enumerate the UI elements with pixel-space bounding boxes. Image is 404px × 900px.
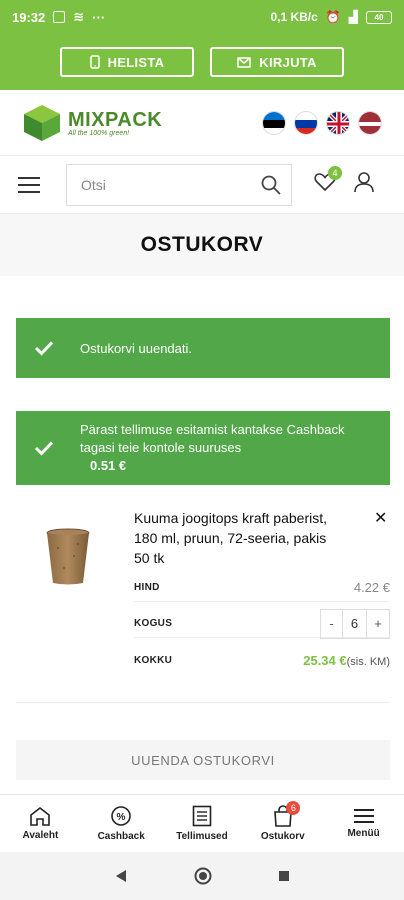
status-time: 19:32 <box>12 9 46 25</box>
cart-item: Kuuma joogitops kraft paberist, 180 ml, … <box>16 498 390 698</box>
quantity-stepper: - 6 + <box>320 608 390 639</box>
contact-bar: HELISTA KIRJUTA <box>0 34 404 90</box>
increase-quantity-button[interactable]: + <box>367 610 389 638</box>
wifi-signal-icon: ≋ <box>73 9 85 24</box>
orders-list-icon <box>192 805 212 827</box>
quantity-row: KOGUS - 6 + <box>134 608 390 639</box>
call-button-label: HELISTA <box>107 54 165 70</box>
cashback-amount: 0.51 € <box>90 458 127 473</box>
cart-updated-text: Ostukorvi uuendati. <box>80 340 193 356</box>
logo-name: MIXPACK <box>68 108 163 131</box>
total-row: KOKKU 25.34 €(sis. KM) <box>134 646 390 674</box>
more-notifications-icon: ··· <box>92 9 106 25</box>
signal-icon: ▟ <box>348 10 358 24</box>
checkmark-icon <box>34 341 54 356</box>
product-name[interactable]: Kuuma joogitops kraft paberist, 180 ml, … <box>134 508 334 568</box>
logo-cube-icon <box>24 104 60 141</box>
menu-icon <box>353 809 374 823</box>
cart-updated-notice: Ostukorvi uuendati. <box>16 318 390 378</box>
alarm-icon: ⏰ <box>325 10 341 24</box>
recents-icon[interactable] <box>278 870 290 882</box>
search-input[interactable] <box>81 176 251 193</box>
back-icon[interactable] <box>114 869 128 883</box>
flag-latvia-icon[interactable] <box>358 110 382 135</box>
total-label: KOKKU <box>134 654 173 666</box>
battery-level: 40 <box>374 12 384 22</box>
nav-cashback-label: Cashback <box>97 831 145 842</box>
nav-menu[interactable]: Menüü <box>323 795 404 852</box>
remove-item-icon[interactable]: ✕ <box>374 508 387 528</box>
hamburger-menu-icon[interactable] <box>18 176 40 193</box>
notification-icon <box>53 11 66 23</box>
bottom-navigation: Avaleht % Cashback Tellimused 6 Ostukorv… <box>0 794 404 852</box>
nav-cashback[interactable]: % Cashback <box>81 795 162 852</box>
cart-count-badge: 6 <box>286 801 301 815</box>
wishlist-count-badge: 4 <box>328 166 342 180</box>
mail-icon <box>237 56 251 68</box>
nav-cart[interactable]: 6 Ostukorv <box>242 795 323 852</box>
logo[interactable]: MIXPACK All the 100% green! <box>22 103 162 143</box>
flag-estonia-icon[interactable] <box>262 110 286 135</box>
nav-menu-label: Menüü <box>347 828 380 839</box>
total-value: 25.34 € <box>303 652 347 668</box>
divider <box>16 702 390 703</box>
price-value: 4.22 € <box>353 580 390 595</box>
flag-russia-icon[interactable] <box>294 110 318 135</box>
search-bar: 4 <box>0 156 404 214</box>
update-cart-button[interactable]: UUENDA OSTUKORVI <box>16 740 390 780</box>
battery-icon: 40 <box>366 10 392 24</box>
network-speed: 0,1 KB/c <box>270 10 318 24</box>
quantity-input[interactable]: 6 <box>343 609 367 638</box>
quantity-label: KOGUS <box>134 618 173 629</box>
cashback-icon: % <box>111 806 131 826</box>
nav-home[interactable]: Avaleht <box>0 795 81 852</box>
nav-home-label: Avaleht <box>22 830 59 841</box>
logo-tagline: All the 100% green! <box>68 129 130 137</box>
checkmark-icon <box>34 441 54 456</box>
search-box <box>66 163 292 206</box>
account-button[interactable] <box>354 171 374 198</box>
price-row: HIND 4.22 € <box>134 574 390 602</box>
price-label: HIND <box>134 582 160 593</box>
android-navigation-bar <box>0 852 404 900</box>
svg-text:%: % <box>117 812 126 823</box>
nav-orders-label: Tellimused <box>176 831 228 842</box>
nav-orders[interactable]: Tellimused <box>162 795 243 852</box>
product-image[interactable] <box>46 528 90 586</box>
page-title: OSTUKORV <box>140 233 264 256</box>
flag-uk-icon[interactable] <box>326 110 350 135</box>
write-button[interactable]: KIRJUTA <box>210 47 344 77</box>
home-circle-icon[interactable] <box>194 867 212 885</box>
call-button[interactable]: HELISTA <box>60 47 194 77</box>
header: MIXPACK All the 100% green! <box>0 90 404 156</box>
home-icon <box>30 806 51 826</box>
total-vat-note: (sis. KM) <box>346 655 390 668</box>
user-icon <box>354 172 374 193</box>
decrease-quantity-button[interactable]: - <box>321 609 343 638</box>
wishlist-button[interactable]: 4 <box>314 166 342 197</box>
phone-icon <box>89 55 100 69</box>
search-icon[interactable] <box>261 175 281 195</box>
cashback-text: Pärast tellimuse esitamist kantakse Cash… <box>80 422 345 455</box>
page-title-band: OSTUKORV <box>0 214 404 276</box>
status-bar: 19:32 ≋ ··· 0,1 KB/c ⏰ ▟ 40 <box>0 0 404 34</box>
cashback-notice: Pärast tellimuse esitamist kantakse Cash… <box>16 411 390 485</box>
nav-cart-label: Ostukorv <box>260 831 305 842</box>
write-button-label: KIRJUTA <box>259 54 317 70</box>
